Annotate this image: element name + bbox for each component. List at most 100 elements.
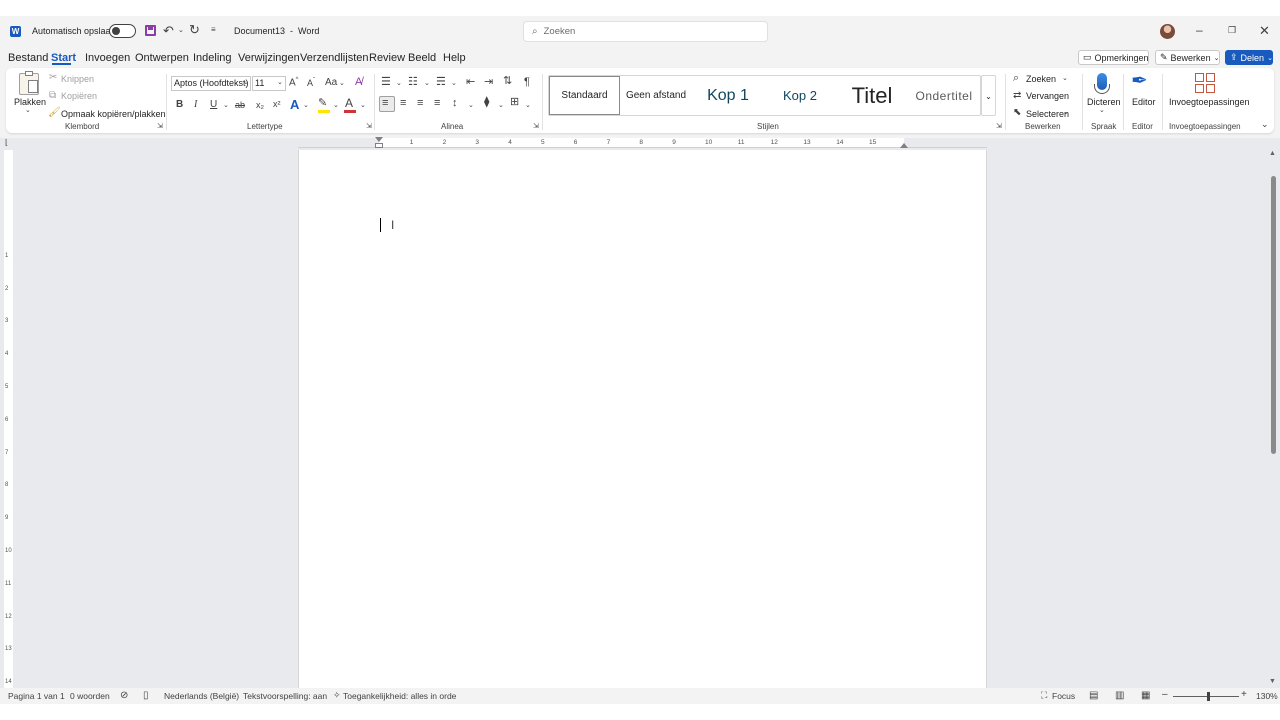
bold-button[interactable]: B [176,100,183,110]
autosave-toggle[interactable] [109,24,136,38]
chevron-down-icon[interactable]: ⌄ [1063,109,1069,116]
hanging-indent-icon[interactable] [375,143,383,148]
accessibility-status[interactable]: Toegankelijkheid: alles in orde [343,691,456,701]
print-layout-icon[interactable]: ▥ [1115,690,1124,701]
horizontal-ruler[interactable]: 1 2 3 4 5 6 7 8 9 10 11 12 13 14 15 [298,138,987,148]
clear-formatting-icon[interactable]: A̸ [355,77,362,88]
find-button[interactable]: Zoeken [1026,74,1056,84]
customize-qat-icon[interactable]: ≡ [211,26,216,34]
tab-review[interactable]: Review [369,52,405,64]
tab-verwijzingen[interactable]: Verwijzingen [238,52,300,64]
undo-icon[interactable]: ↶ [163,24,174,37]
align-right-icon[interactable]: ≡ [417,98,423,109]
strikethrough-button[interactable]: ab [235,101,245,110]
zoom-slider[interactable] [1173,692,1239,701]
format-painter-button[interactable]: Opmaak kopiëren/plakken [61,109,166,119]
show-marks-button[interactable]: ¶ [524,77,530,88]
dictate-button[interactable]: Dicteren [1087,97,1121,107]
chevron-down-icon[interactable]: ⌄ [339,80,345,87]
increase-indent-icon[interactable]: ⇥ [484,77,493,88]
avatar[interactable] [1160,24,1175,39]
chevron-down-icon[interactable]: ⌄ [277,79,283,86]
bullets-icon[interactable]: ☰ [381,77,391,88]
style-kop-2[interactable]: Kop 2 [768,76,832,115]
tab-selector-icon[interactable]: ⌊ [5,139,8,147]
shading-icon[interactable]: ⧫ [484,97,489,108]
font-launcher-icon[interactable]: ⇲ [366,123,372,130]
zoom-level[interactable]: 130% [1256,691,1278,701]
sort-icon[interactable]: ⇅ [503,76,512,87]
right-indent-icon[interactable] [900,143,908,148]
minimize-icon[interactable]: – [1196,24,1203,36]
paste-dropdown-icon[interactable]: ⌄ [25,107,31,114]
style-standaard[interactable]: Standaard [549,76,620,115]
editor-icon[interactable]: ✒ [1131,71,1148,91]
italic-button[interactable]: I [194,100,197,110]
paragraph-launcher-icon[interactable]: ⇲ [533,123,539,130]
close-icon[interactable]: ✕ [1259,24,1270,37]
vertical-ruler[interactable]: 1 2 3 4 5 6 7 8 9 10 11 12 13 14 [4,150,13,688]
scroll-down-icon[interactable]: ▼ [1269,678,1276,685]
document-page[interactable]: I [298,150,987,690]
scrollbar-thumb[interactable] [1271,176,1276,454]
page-count[interactable]: Pagina 1 van 1 [8,691,65,701]
scroll-up-icon[interactable]: ▲ [1269,150,1276,157]
language-status[interactable]: Nederlands (België) [164,691,239,701]
chevron-down-icon[interactable]: ⌄ [223,102,229,109]
editor-button[interactable]: Editor [1132,97,1156,107]
style-geen-afstand[interactable]: Geen afstand [622,76,690,115]
chevron-down-icon[interactable]: ⌄ [468,102,474,109]
align-center-icon[interactable]: ≡ [400,98,406,109]
chevron-down-icon[interactable]: ⌄ [451,80,457,87]
font-name-select[interactable]: Aptos (Hoofdtekst) [171,76,251,91]
shrink-font-icon[interactable]: Aˇ [307,78,315,88]
zoom-slider-thumb[interactable] [1207,692,1210,701]
style-kop-1[interactable]: Kop 1 [696,76,760,115]
borders-icon[interactable]: ⊞ [510,97,519,108]
chevron-down-icon[interactable]: ⌄ [1062,75,1068,82]
grow-font-icon[interactable]: A^ [289,77,299,88]
numbering-icon[interactable]: ☷ [408,77,418,88]
restore-icon[interactable]: ❐ [1228,26,1236,35]
tab-indeling[interactable]: Indeling [193,52,232,64]
highlight-icon[interactable]: ✎ [318,98,327,109]
comments-button[interactable]: ▭ Opmerkingen [1078,50,1149,65]
edit-mode-button[interactable]: ✎ Bewerken ⌄ [1155,50,1220,65]
zoom-in-icon[interactable]: + [1241,689,1247,700]
justify-icon[interactable]: ≡ [434,98,440,109]
tab-ontwerpen[interactable]: Ontwerpen [135,52,189,64]
paste-button[interactable]: Plakken [14,97,46,107]
style-titel[interactable]: Titel [840,76,904,115]
styles-more-button[interactable]: ⌄ [981,75,996,116]
proofing-icon[interactable]: ⊘ [120,690,128,701]
font-color-icon[interactable]: A [345,97,353,109]
tab-invoegen[interactable]: Invoegen [85,52,130,64]
chevron-down-icon[interactable]: ⌄ [243,79,249,86]
tab-help[interactable]: Help [443,52,466,64]
tab-verzendlijsten[interactable]: Verzendlijsten [300,52,369,64]
redo-icon[interactable]: ↻ [189,23,200,36]
chevron-down-icon[interactable]: ⌄ [424,80,430,87]
save-icon[interactable] [145,25,156,36]
styles-launcher-icon[interactable]: ⇲ [996,123,1002,130]
word-count[interactable]: 0 woorden [70,691,110,701]
paste-icon[interactable] [19,71,39,95]
read-mode-icon[interactable]: ▤ [1089,690,1098,701]
search-box[interactable]: ⌕ Zoeken [523,21,768,42]
web-layout-icon[interactable]: ▦ [1141,690,1150,701]
text-effects-icon[interactable]: A [290,98,299,111]
zoom-out-icon[interactable]: – [1162,689,1168,700]
underline-button[interactable]: U [210,100,217,110]
addins-icon[interactable] [1195,73,1215,93]
collapse-ribbon-icon[interactable]: ⌄ [1261,120,1269,129]
share-button[interactable]: ⇪ Delen ⌄ [1225,50,1273,65]
chevron-down-icon[interactable]: ⌄ [396,80,402,87]
replace-button[interactable]: Vervangen [1026,91,1069,101]
subscript-button[interactable]: x₂ [256,101,264,110]
vertical-scrollbar[interactable]: ▲ ▼ [1268,150,1278,688]
clipboard-launcher-icon[interactable]: ⇲ [157,123,163,130]
chevron-down-icon[interactable]: ⌄ [1099,107,1105,114]
chevron-down-icon[interactable]: ⌄ [360,102,366,109]
chevron-down-icon[interactable]: ⌄ [498,102,504,109]
focus-button[interactable]: Focus [1052,691,1075,701]
